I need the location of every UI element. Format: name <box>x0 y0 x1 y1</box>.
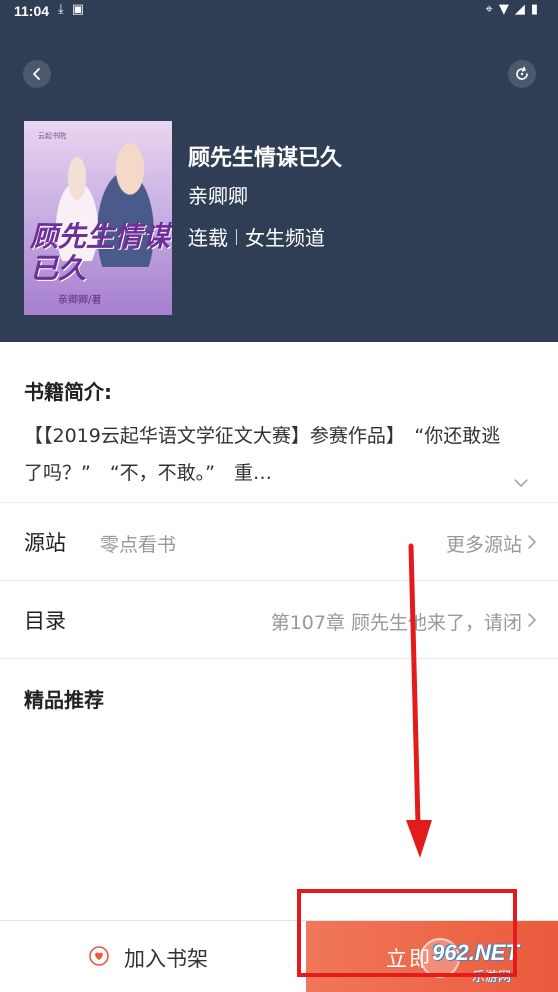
chevron-left-icon <box>33 68 40 80</box>
source-value: 零点看书 <box>100 534 177 556</box>
chevron-down-icon[interactable] <box>512 476 530 490</box>
download-icon: ⤓ <box>58 2 72 17</box>
battery-icon: ▮ <box>530 2 544 17</box>
heart-plus-icon <box>89 946 109 966</box>
toc-label: 目录 <box>24 609 66 633</box>
toc-row[interactable]: 目录 第107章 顾先生他来了，请闭 <box>0 580 558 658</box>
source-label: 源站 <box>24 531 66 555</box>
chevron-right-icon <box>528 613 536 627</box>
more-sources-link[interactable]: 更多源站 <box>446 530 522 557</box>
book-cover[interactable]: 云起书院 顾先生情谋已久 亲卿卿/著 <box>24 121 172 315</box>
cover-title: 顾先生情谋已久 <box>30 220 171 285</box>
app-notification-icon: ▣ <box>71 2 93 17</box>
add-to-shelf-label: 加入书架 <box>124 947 208 971</box>
book-title: 顾先生情谋已久 <box>188 146 343 171</box>
watermark-caption: 乐游网 <box>472 970 512 985</box>
book-status: 连载 <box>188 226 228 250</box>
section-divider <box>0 658 558 659</box>
status-time: 11:04 <box>14 3 50 19</box>
signal-icon: ◢ <box>514 2 531 17</box>
chevron-right-icon <box>528 535 536 549</box>
book-header: 11:04 ⤓▣ ⌖▼◢▮ 云起书院 顾先生情谋已久 亲卿卿/著 顾先生情谋已久… <box>0 0 558 342</box>
wifi-icon: ▼ <box>498 2 515 17</box>
site-watermark: 962.NET 乐游网 <box>420 938 554 988</box>
book-channel: 女生频道 <box>245 226 325 250</box>
featured-heading: 精品推荐 <box>24 688 104 712</box>
book-author[interactable]: 亲卿卿 <box>188 180 248 209</box>
location-icon: ⌖ <box>485 2 499 17</box>
intro-text[interactable]: 【【2019云起华语文学征文大赛】参赛作品】 “你还敢逃了吗？” “不，不敢。”… <box>24 418 514 492</box>
meta-divider <box>236 228 237 245</box>
book-meta: 连载 女生频道 <box>188 222 325 251</box>
annotation-arrow-head <box>406 820 432 858</box>
add-to-shelf-button[interactable]: 加入书架 <box>0 921 306 992</box>
source-row[interactable]: 源站 零点看书 更多源站 <box>0 502 558 580</box>
latest-chapter[interactable]: 第107章 顾先生他来了，请闭 <box>271 608 522 635</box>
status-bar: 11:04 ⤓▣ ⌖▼◢▮ <box>0 0 558 24</box>
back-button[interactable] <box>23 60 51 88</box>
refresh-icon <box>516 66 528 80</box>
status-right-icons: ⌖▼◢▮ <box>486 2 544 17</box>
status-left-icons: ⤓▣ <box>58 2 92 17</box>
cover-publisher: 云起书院 <box>38 133 66 140</box>
watermark-number: 962.NET <box>432 940 519 965</box>
cover-author: 亲卿卿/著 <box>58 295 102 306</box>
intro-heading: 书籍简介: <box>24 380 112 404</box>
refresh-button[interactable] <box>508 60 536 88</box>
